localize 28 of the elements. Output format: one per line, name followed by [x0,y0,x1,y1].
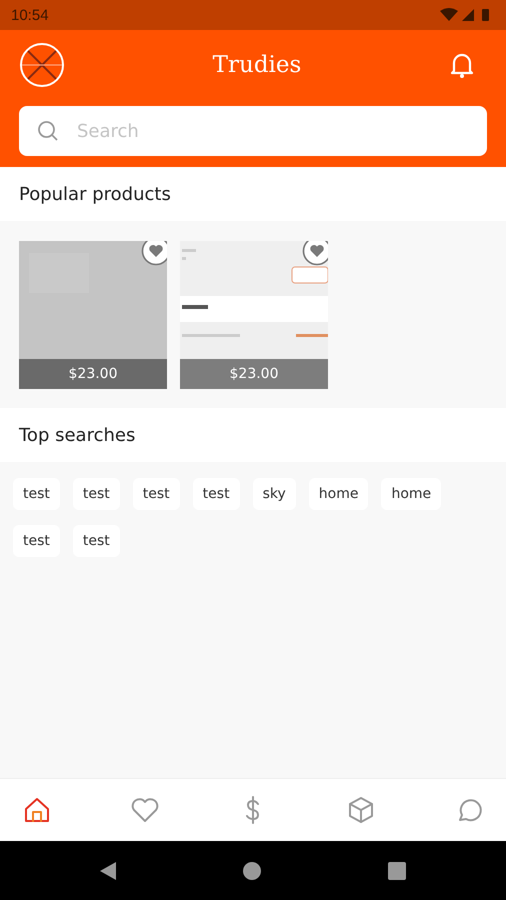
favorite-button[interactable] [302,241,328,266]
search-tag[interactable]: test [132,478,180,510]
product-card[interactable]: $23.00 [19,241,167,389]
bell-icon[interactable] [449,51,475,79]
back-icon[interactable] [99,860,117,880]
search-tag[interactable]: test [72,525,120,557]
status-time: 10:54 [11,6,49,24]
section-title: Popular products [19,184,171,204]
heart-icon[interactable] [130,795,160,825]
home-icon[interactable] [22,795,52,825]
section-title: Top searches [19,424,136,446]
product-card[interactable]: $23.00 [180,241,328,389]
search-tag[interactable]: sky [252,478,296,510]
home-button-icon[interactable] [242,860,262,880]
app-title: Trudies [212,52,302,78]
search-icon [37,120,59,142]
search-tag[interactable]: home [381,478,442,510]
search-field[interactable]: Search [19,106,487,156]
logo-icon[interactable] [19,42,65,88]
price-tag: $23.00 [19,359,167,389]
search-tag[interactable]: test [13,478,60,510]
favorite-button[interactable] [141,241,167,266]
recents-icon[interactable] [387,860,407,880]
search-tag[interactable]: test [72,478,120,510]
cube-icon[interactable] [346,795,376,825]
search-tag[interactable]: test [13,525,60,557]
search-tag[interactable]: test [192,478,240,510]
search-tag[interactable]: home [308,478,368,510]
